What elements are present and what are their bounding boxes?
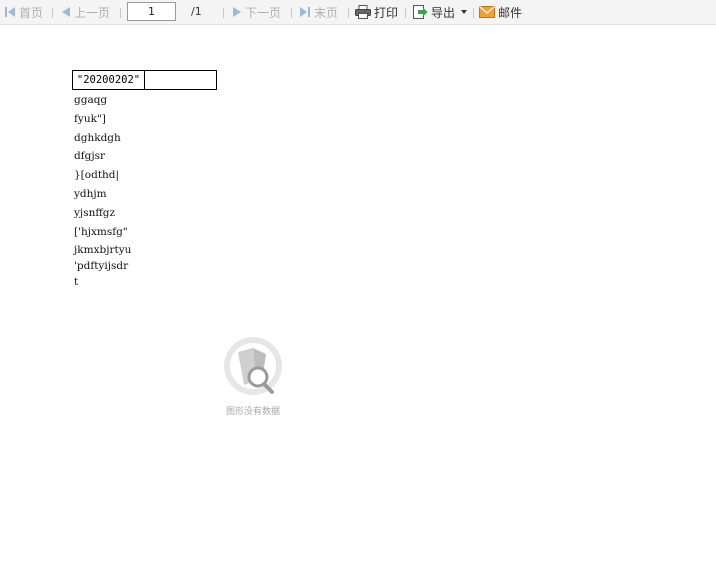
mail-button[interactable]: 邮件 bbox=[479, 3, 522, 21]
toolbar-divider bbox=[52, 8, 53, 18]
no-data-magnifier-icon bbox=[224, 337, 282, 395]
print-label: 打印 bbox=[374, 5, 399, 20]
print-button[interactable]: 打印 bbox=[355, 3, 398, 21]
last-page-button[interactable]: 末页 bbox=[299, 3, 338, 21]
export-icon bbox=[413, 5, 428, 19]
toolbar-divider bbox=[405, 8, 406, 18]
toolbar-divider bbox=[223, 8, 224, 18]
report-line: fyuk"] bbox=[74, 112, 106, 125]
first-page-icon bbox=[5, 7, 15, 17]
toolbar-divider bbox=[473, 8, 474, 18]
report-empty-cell bbox=[145, 70, 217, 90]
prev-page-icon bbox=[62, 7, 70, 17]
report-line: t bbox=[74, 276, 79, 289]
report-line: 'pdftyijsdr bbox=[74, 260, 129, 273]
toolbar-divider bbox=[291, 8, 292, 18]
report-header-cell: "20200202" bbox=[72, 70, 145, 90]
report-line: }[odthd| bbox=[74, 169, 120, 182]
report-line: ['hjxmsfg" bbox=[74, 225, 128, 238]
last-page-label: 末页 bbox=[314, 5, 339, 20]
mail-icon bbox=[479, 6, 495, 18]
page-total-label: /1 bbox=[191, 5, 202, 18]
report-line: dghkdgh bbox=[74, 131, 121, 144]
next-page-label: 下一页 bbox=[245, 5, 282, 20]
toolbar-divider bbox=[348, 8, 349, 18]
first-page-button[interactable]: 首页 bbox=[4, 3, 43, 21]
first-page-label: 首页 bbox=[19, 5, 44, 20]
report-line: ggaqg bbox=[74, 94, 108, 106]
toolbar-divider bbox=[120, 8, 121, 18]
export-dropdown-button[interactable]: 导出 bbox=[412, 3, 469, 21]
chart-no-data-placeholder: 图形没有数据 bbox=[220, 335, 286, 417]
report-line: yjsnffgz bbox=[74, 206, 116, 219]
mail-label: 邮件 bbox=[498, 5, 523, 20]
report-line: ydhjm bbox=[74, 187, 107, 200]
report-text-lines: ggaqg fyuk"] dghkdgh dfgjsr }[odthd| ydh… bbox=[74, 91, 131, 289]
page-number-input[interactable] bbox=[127, 2, 176, 21]
no-data-text: 图形没有数据 bbox=[225, 407, 280, 417]
report-line: dfgjsr bbox=[74, 150, 105, 163]
next-page-icon bbox=[233, 7, 241, 17]
caret-down-icon bbox=[461, 10, 468, 14]
next-page-button[interactable]: 下一页 bbox=[232, 3, 281, 21]
report-header-row: "20200202" bbox=[72, 70, 217, 90]
printer-icon bbox=[355, 5, 371, 19]
export-label: 导出 bbox=[431, 5, 456, 20]
last-page-icon bbox=[300, 7, 310, 17]
prev-page-label: 上一页 bbox=[74, 5, 111, 20]
prev-page-button[interactable]: 上一页 bbox=[61, 3, 110, 21]
report-toolbar: 首页 上一页 /1 下一页 末页 打印 bbox=[0, 0, 716, 25]
report-line: jkmxbjrtyu bbox=[74, 244, 132, 257]
